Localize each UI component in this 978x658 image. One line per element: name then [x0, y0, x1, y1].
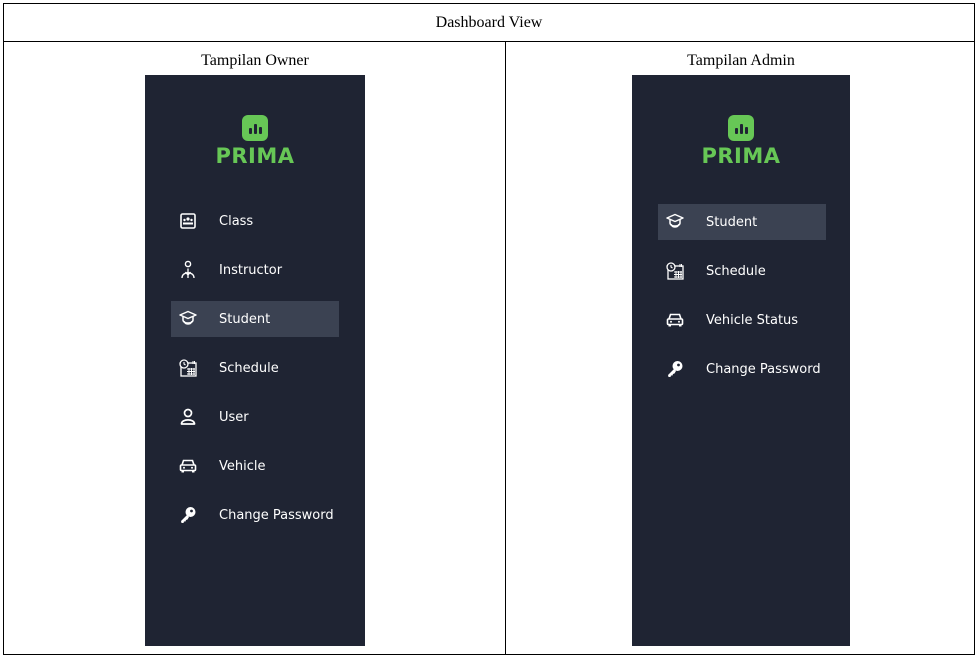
owner-menu-item-instructor[interactable]: Instructor: [171, 252, 339, 288]
owner-menu-item-change-password[interactable]: Change Password: [171, 497, 339, 533]
schedule-icon: [177, 357, 199, 379]
dashboard-view-table: Dashboard View Tampilan Owner PRIMA Clas…: [3, 3, 975, 655]
admin-sidebar: PRIMA Student Schedule Vehicle Status Ch: [632, 75, 850, 646]
admin-menu-item-vehicle-status[interactable]: Vehicle Status: [658, 302, 826, 338]
admin-menu-item-change-password[interactable]: Change Password: [658, 351, 826, 387]
student-icon: [177, 308, 199, 330]
admin-logo[interactable]: PRIMA: [632, 115, 850, 168]
menu-label: Class: [219, 213, 254, 229]
owner-menu-item-class[interactable]: Class: [171, 203, 339, 239]
menu-label: Vehicle: [219, 458, 266, 474]
instructor-icon: [177, 259, 199, 281]
owner-menu-item-schedule[interactable]: Schedule: [171, 350, 339, 386]
admin-menu-item-schedule[interactable]: Schedule: [658, 253, 826, 289]
admin-menu-item-student[interactable]: Student: [658, 204, 826, 240]
logo-chart-icon: [242, 115, 268, 141]
menu-label: Change Password: [219, 507, 334, 523]
owner-sidebar: PRIMA Class Instructor Student Schedule: [145, 75, 365, 646]
admin-column-title: Tampilan Admin: [687, 52, 795, 69]
menu-label: Schedule: [706, 263, 766, 279]
menu-label: User: [219, 409, 249, 425]
owner-column-title: Tampilan Owner: [201, 52, 309, 69]
key-icon: [664, 358, 686, 380]
owner-logo[interactable]: PRIMA: [145, 115, 365, 168]
class-icon: [177, 210, 199, 232]
student-icon: [664, 211, 686, 233]
menu-label: Student: [219, 311, 271, 327]
logo-text: PRIMA: [701, 144, 781, 168]
table-header: Dashboard View: [4, 4, 974, 42]
vehicle-icon: [664, 309, 686, 331]
owner-menu-item-student[interactable]: Student: [171, 301, 339, 337]
user-icon: [177, 406, 199, 428]
column-divider: [505, 42, 506, 655]
menu-label: Schedule: [219, 360, 279, 376]
menu-label: Instructor: [219, 262, 283, 278]
header-title: Dashboard View: [435, 13, 543, 31]
logo-chart-icon: [728, 115, 754, 141]
menu-label: Student: [706, 214, 758, 230]
owner-menu-item-vehicle[interactable]: Vehicle: [171, 448, 339, 484]
menu-label: Vehicle Status: [706, 312, 799, 328]
owner-menu-item-user[interactable]: User: [171, 399, 339, 435]
schedule-icon: [664, 260, 686, 282]
logo-text: PRIMA: [215, 144, 295, 168]
vehicle-icon: [177, 455, 199, 477]
key-icon: [177, 504, 199, 526]
menu-label: Change Password: [706, 361, 821, 377]
